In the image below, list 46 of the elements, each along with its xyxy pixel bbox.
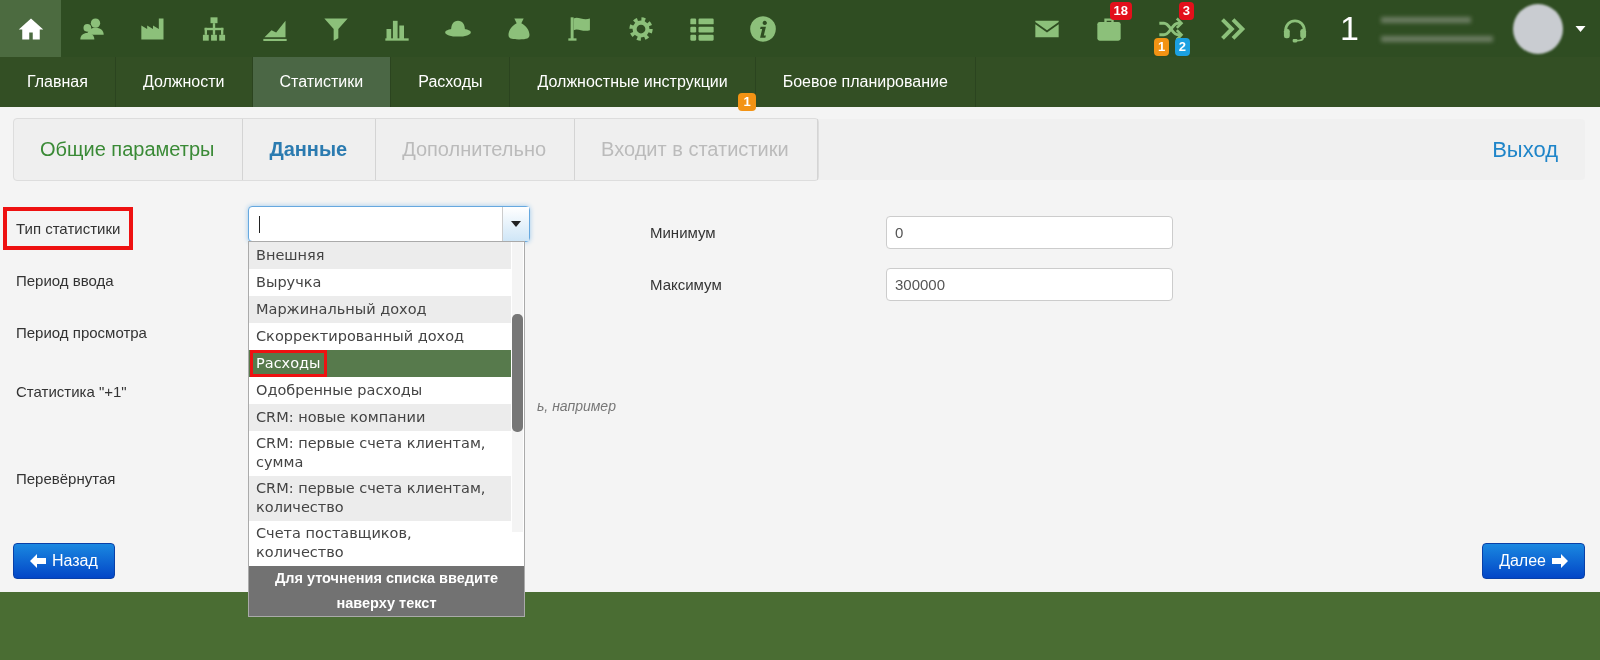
- dropdown-option[interactable]: CRM: новые компании: [249, 404, 511, 431]
- nav-tab[interactable]: Статистики: [252, 57, 392, 107]
- toolbar-button[interactable]: [0, 0, 61, 57]
- caret-icon: [511, 221, 521, 227]
- scrollbar[interactable]: [512, 242, 523, 532]
- type-select[interactable]: [248, 206, 530, 242]
- dropdown-option[interactable]: CRM: первые счета клиентам, количество: [249, 476, 511, 521]
- hint-text: ь, например: [537, 398, 616, 414]
- info-icon: [748, 14, 777, 43]
- wizard-step[interactable]: Общие параметры: [14, 119, 244, 180]
- text-cursor: [259, 216, 260, 233]
- dropdown-option[interactable]: Расходы: [249, 350, 511, 377]
- count-badge: 18: [1109, 2, 1133, 20]
- field-label: Статистика "+1": [15, 382, 128, 402]
- field-label: Период ввода: [15, 270, 115, 291]
- exit-link[interactable]: Выход: [1492, 136, 1558, 163]
- toolbar-button[interactable]: 3 1 2: [1140, 0, 1203, 57]
- next-button[interactable]: Далее: [1482, 543, 1585, 579]
- arrow-right-icon: [1552, 554, 1568, 568]
- caret-icon[interactable]: [1575, 25, 1586, 32]
- field-label: Перевёрнутая: [15, 468, 117, 489]
- toolbar-button[interactable]: 18: [1078, 0, 1141, 57]
- nav-tab[interactable]: Боевое планирование: [755, 57, 976, 107]
- dropdown-hint: Для уточнения списка введите наверху текст: [249, 566, 524, 616]
- nav-tab[interactable]: Главная: [0, 57, 116, 107]
- count-badge: 1: [738, 93, 756, 111]
- avatar[interactable]: [1513, 3, 1563, 54]
- nav-tab[interactable]: Расходы: [391, 57, 511, 107]
- field-label: Минимум: [650, 223, 717, 241]
- dropdown-option[interactable]: Внешняя: [249, 242, 511, 269]
- counter: 1: [1340, 9, 1359, 48]
- dropdown-option[interactable]: Маржинальный доход: [249, 296, 511, 323]
- back-button[interactable]: Назад: [13, 543, 115, 579]
- input-field[interactable]: 0: [886, 215, 1173, 249]
- settings-icon: [626, 14, 655, 43]
- input-field[interactable]: 300000: [886, 267, 1173, 301]
- field-label: Период просмотра: [15, 322, 148, 343]
- count-badge: 3: [1178, 2, 1195, 20]
- nav-tab[interactable]: Должности: [115, 57, 253, 107]
- count-badge: 2: [1174, 38, 1191, 56]
- count-badge: 1: [1154, 38, 1170, 56]
- field-label: Тип статистики: [3, 206, 134, 250]
- field-label: Максимум: [650, 275, 723, 293]
- wizard-step[interactable]: Данные: [243, 119, 377, 180]
- arrow-left-icon: [30, 554, 46, 568]
- nav-tab[interactable]: Должностные инструкции 1: [510, 57, 756, 107]
